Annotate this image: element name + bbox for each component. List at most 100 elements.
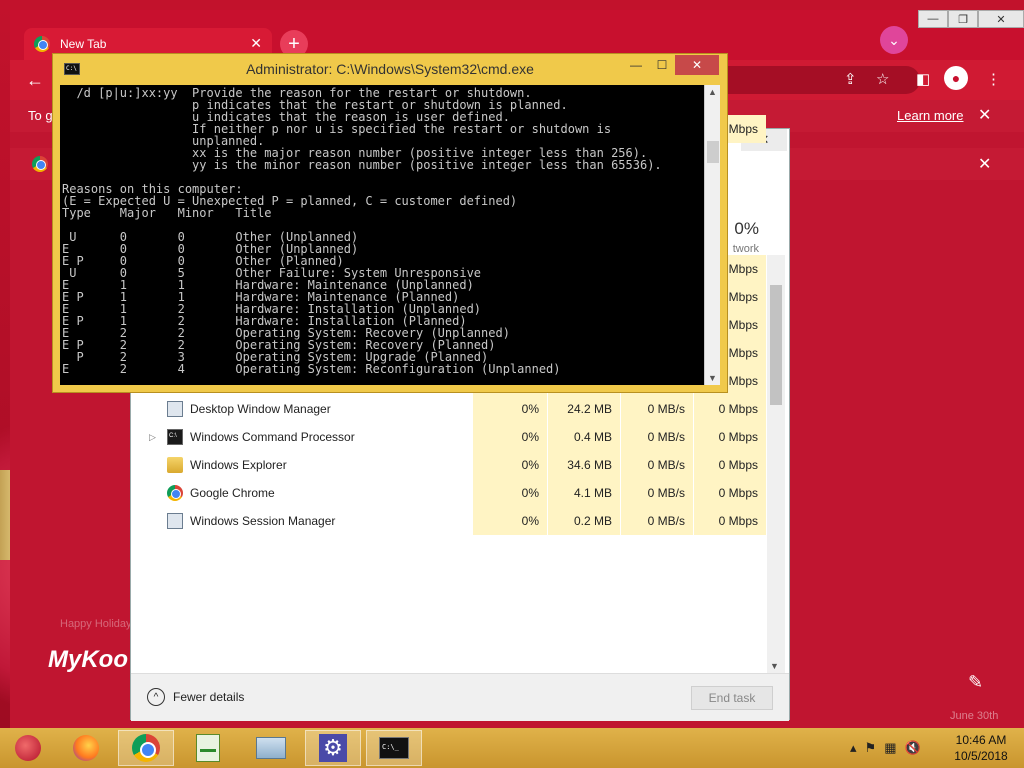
network-label: twork: [732, 243, 759, 255]
system-tray: ▴ ⚑ ▦ 🔇: [850, 740, 921, 756]
performance-monitor-icon: [196, 734, 220, 762]
cpu-cell: 0%: [473, 479, 547, 507]
ornament-app-icon: [15, 735, 41, 761]
chrome-window-controls: — ❐ ✕: [918, 10, 1024, 28]
cmd-window-controls: — ☐ ✕: [623, 55, 719, 75]
chrome-icon: [167, 485, 183, 501]
memory-cell: 34.6 MB: [548, 451, 620, 479]
cmd-window: C:\ Administrator: C:\Windows\System32\c…: [52, 53, 728, 393]
network-icon[interactable]: ▦: [884, 740, 896, 756]
console-scrollbar[interactable]: ▲ ▼: [704, 85, 720, 385]
scroll-down-arrow-icon[interactable]: ▼: [708, 373, 717, 383]
tab-title: New Tab: [60, 37, 107, 51]
table-row[interactable]: Desktop Window Manager 0% 24.2 MB 0 MB/s 0 M…: [137, 395, 767, 423]
tab-search-chevron-icon[interactable]: ⌄: [880, 26, 908, 54]
back-arrow-icon[interactable]: ←: [26, 70, 44, 91]
taskbar-cmd[interactable]: [366, 730, 422, 766]
console-line: Type Major Minor Title: [62, 206, 272, 220]
chrome-favicon-icon: [34, 36, 50, 52]
settings-gear-icon: ⚙: [319, 734, 347, 762]
share-icon[interactable]: ⇪: [844, 70, 857, 88]
task-manager-footer: ^ Fewer details End task: [131, 673, 789, 721]
memory-cell: 0.4 MB: [548, 423, 620, 451]
taskbar-ornament-app[interactable]: [0, 730, 56, 766]
resource-monitor-icon: [256, 737, 286, 759]
network-percent: 0%: [734, 219, 759, 238]
cmd-titlebar[interactable]: C:\ Administrator: C:\Windows\System32\c…: [53, 54, 727, 84]
customize-pencil-icon[interactable]: ✎: [968, 672, 983, 693]
profile-avatar-icon[interactable]: ●: [944, 66, 968, 90]
process-list-scrollbar[interactable]: ▼: [767, 255, 785, 673]
close-button[interactable]: ✕: [675, 55, 719, 75]
fewer-details-label: Fewer details: [173, 690, 245, 704]
explorer-icon: [167, 457, 183, 473]
infobar-text: To g: [28, 108, 53, 123]
memory-cell: 4.1 MB: [548, 479, 620, 507]
wallpaper-brand-text: MyKoo: [48, 646, 128, 673]
memory-cell: 0.2 MB: [548, 507, 620, 535]
process-name: Windows Session Manager: [190, 514, 336, 528]
network-cell: 0 Mbps: [694, 451, 766, 479]
clock-date: 10/5/2018: [954, 749, 1008, 763]
taskbar-resource-monitor[interactable]: [243, 730, 299, 766]
memory-cell: 24.2 MB: [548, 395, 620, 423]
disk-cell: 0 MB/s: [621, 451, 693, 479]
tab-close-icon[interactable]: ✕: [250, 35, 262, 52]
chrome-favicon-icon: [32, 156, 48, 172]
cpu-cell: 0%: [473, 507, 547, 535]
console-icon: [167, 429, 183, 445]
bookmark-star-icon[interactable]: ☆: [876, 70, 889, 88]
side-panel-icon[interactable]: ◧: [916, 70, 930, 88]
disk-cell: 0 MB/s: [621, 507, 693, 535]
network-cell: 0 Mbps: [694, 395, 766, 423]
infobar-close-icon[interactable]: ✕: [978, 100, 991, 132]
process-name: Windows Command Processor: [190, 430, 355, 444]
fewer-details-button[interactable]: ^ Fewer details: [147, 688, 244, 706]
clock-time: 10:46 AM: [955, 733, 1007, 747]
system-icon: [167, 401, 183, 417]
cmd-icon: [379, 737, 409, 759]
infobar-close-icon[interactable]: ✕: [978, 154, 991, 174]
end-task-button[interactable]: End task: [691, 686, 773, 710]
taskbar: ⚙ ▴ ⚑ ▦ 🔇 10:46 AM 10/5/2018: [0, 728, 1024, 768]
chevron-up-icon: ^: [147, 688, 165, 706]
scroll-up-arrow-icon[interactable]: ▲: [708, 87, 717, 97]
table-row[interactable]: Windows Session Manager 0% 0.2 MB 0 MB/s 0 M…: [137, 507, 767, 535]
network-cell: 0 Mbps: [694, 479, 766, 507]
table-row[interactable]: Windows Explorer 0% 34.6 MB 0 MB/s 0 Mbps: [137, 451, 767, 479]
taskbar-settings[interactable]: ⚙: [305, 730, 361, 766]
taskbar-performance-monitor[interactable]: [180, 730, 236, 766]
scrollbar-thumb[interactable]: [770, 285, 782, 405]
maximize-button[interactable]: ☐: [649, 55, 675, 75]
console-line: yy is the minor reason number (positive …: [62, 158, 662, 172]
cpu-cell: 0%: [473, 451, 547, 479]
minimize-button[interactable]: —: [623, 55, 649, 75]
scroll-down-arrow-icon[interactable]: ▼: [770, 661, 779, 671]
cpu-cell: 0%: [473, 395, 547, 423]
network-cell: 0 Mbps: [694, 423, 766, 451]
menu-kebab-icon[interactable]: ⋮: [986, 70, 1001, 88]
taskbar-clock[interactable]: 10:46 AM 10/5/2018: [950, 732, 1012, 764]
close-button[interactable]: ✕: [978, 10, 1024, 28]
system-icon: [167, 513, 183, 529]
taskbar-chrome[interactable]: [118, 730, 174, 766]
action-center-flag-icon[interactable]: ⚑: [865, 740, 877, 756]
firefox-icon: [73, 735, 99, 761]
process-name: Google Chrome: [190, 486, 275, 500]
learn-more-link[interactable]: Learn more: [897, 100, 963, 132]
tray-expand-chevron-icon[interactable]: ▴: [850, 740, 857, 756]
minimize-button[interactable]: —: [918, 10, 948, 28]
omnibox[interactable]: [720, 66, 920, 94]
wallpaper-subtitle: Happy Holiday: [60, 618, 132, 630]
wallpaper-date-text: June 30th: [950, 710, 999, 722]
scrollbar-thumb[interactable]: [707, 141, 719, 163]
table-row[interactable]: Google Chrome 0% 4.1 MB 0 MB/s 0 Mbps: [137, 479, 767, 507]
expand-chevron-icon[interactable]: ▷: [149, 432, 156, 443]
maximize-button[interactable]: ❐: [948, 10, 978, 28]
process-name: Windows Explorer: [190, 458, 287, 472]
table-row[interactable]: ▷ Windows Command Processor 0%0.4 MB0 MB/s…: [137, 423, 767, 451]
taskbar-firefox[interactable]: [58, 730, 114, 766]
console-output[interactable]: /d [p|u:]xx:yy Provide the reason for th…: [60, 85, 704, 385]
volume-muted-icon[interactable]: 🔇: [904, 740, 920, 756]
process-name: Desktop Window Manager: [190, 402, 331, 416]
